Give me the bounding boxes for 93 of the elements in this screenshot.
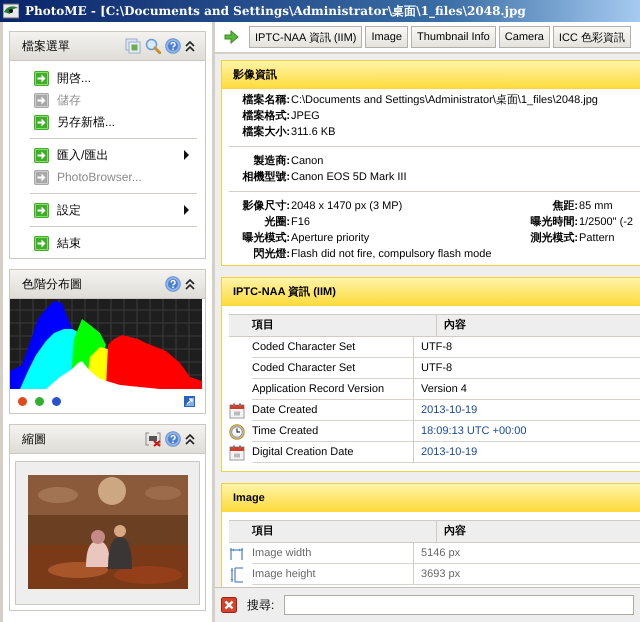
field-label: 相機型號: — [241, 170, 290, 185]
field-label: 檔案大小: — [241, 124, 290, 140]
channel-dot[interactable] — [52, 397, 61, 406]
section-header: IPTC-NAA 資訊 (IIM) — [222, 278, 640, 306]
table-cell: Application Record Version — [252, 379, 414, 400]
field-label: 檔案名稱: — [241, 92, 290, 108]
table-cell: Coded Character Set — [252, 337, 414, 358]
submenu-arrow-icon — [184, 150, 189, 160]
panel-title: 色階分布圖 — [22, 276, 83, 292]
column-header: 內容 — [443, 524, 467, 539]
table-cell: 3693 px — [414, 564, 640, 585]
calendar-icon — [229, 402, 245, 418]
field-value: 1/2500" (-2 — [578, 215, 634, 230]
help-icon[interactable] — [165, 431, 181, 447]
tab[interactable]: Thumbnail Info — [411, 26, 496, 48]
arrow-icon — [34, 202, 49, 218]
section-header: Image — [222, 484, 640, 512]
forward-arrow-icon[interactable] — [224, 30, 239, 44]
table-cell: 2013-10-19 — [414, 400, 640, 421]
field-value: 2048 x 1470 px (3 MP) — [290, 199, 402, 214]
field-value: 311.6 KB — [290, 125, 336, 140]
tab[interactable]: Image — [365, 26, 408, 48]
arrow-icon — [34, 148, 49, 162]
table-cell: Time Created — [252, 421, 414, 442]
collapse-icon[interactable] — [185, 278, 195, 290]
field-label: 製造商: — [252, 154, 290, 169]
menu-item[interactable]: 結束 — [18, 232, 197, 254]
table-cell: 5146 px — [414, 543, 640, 564]
panel-title: 縮圖 — [22, 430, 47, 448]
close-icon[interactable] — [221, 597, 237, 613]
field-label: 曝光時間: — [529, 214, 578, 230]
submenu-arrow-icon — [184, 205, 189, 215]
collapse-icon[interactable] — [185, 433, 195, 445]
expand-icon[interactable] — [184, 396, 195, 407]
table-cell: Version 4 — [414, 379, 640, 400]
tab[interactable]: Camera — [498, 26, 550, 48]
menu-item[interactable]: 設定 — [18, 199, 197, 221]
table-cell: 18:09:13 UTC +00:00 — [414, 421, 640, 442]
search-label: 搜尋: — [247, 596, 274, 614]
height-icon — [229, 566, 245, 582]
field-value: Flash did not fire, compulsory flash mode — [290, 247, 492, 262]
arrow-icon — [34, 92, 49, 108]
field-value: Aperture priority — [290, 231, 370, 246]
app-icon — [3, 3, 19, 19]
af-icon[interactable] — [145, 431, 161, 447]
section-header: 影像資訊 — [222, 61, 640, 89]
menu-item[interactable]: 開啓... — [18, 67, 197, 89]
table-cell: Image width — [252, 543, 414, 564]
panel-title: 檔案選單 — [22, 38, 71, 54]
table-cell: Date Created — [252, 400, 414, 421]
field-value: 85 mm — [578, 199, 613, 214]
table-cell: UTF-8 — [414, 337, 640, 358]
menu-item[interactable]: 另存新檔... — [18, 111, 197, 133]
menu-item[interactable]: 匯入/匯出 — [18, 144, 197, 166]
table-cell: Coded Character Set — [252, 358, 414, 379]
collapse-icon[interactable] — [185, 40, 195, 52]
channel-dot[interactable] — [18, 397, 27, 406]
arrow-icon — [34, 70, 49, 86]
column-header: 項目 — [252, 521, 437, 542]
channel-dot[interactable] — [35, 397, 44, 406]
table-cell: Digital Creation Date — [252, 442, 414, 463]
table-cell: UTF-8 — [414, 358, 640, 379]
table-cell: Image height — [252, 564, 414, 585]
field-value: JPEG — [290, 109, 320, 124]
field-value: F16 — [290, 215, 310, 230]
field-label: 焦距: — [551, 198, 578, 214]
layers-icon[interactable] — [125, 38, 141, 54]
help-icon[interactable] — [165, 38, 181, 54]
help-icon[interactable] — [165, 276, 181, 292]
width-icon — [229, 546, 245, 562]
field-value: Canon — [290, 154, 324, 169]
field-label: 影像尺寸: — [241, 198, 290, 214]
calendar-icon — [229, 444, 245, 460]
tab[interactable]: IPTC-NAA 資訊 (IIM) — [249, 26, 362, 48]
clock-icon — [229, 424, 245, 440]
field-label: 檔案格式: — [241, 108, 290, 124]
field-label: 曝光模式: — [241, 230, 290, 246]
field-value: Canon EOS 5D Mark III — [290, 170, 407, 185]
field-label: 光圈: — [263, 214, 290, 230]
column-header: 內容 — [443, 318, 467, 333]
field-value: Pattern — [578, 231, 614, 246]
table-cell: 2013-10-19 — [414, 442, 640, 463]
arrow-icon — [34, 170, 49, 184]
search-field[interactable] — [284, 595, 634, 615]
field-label: 測光模式: — [529, 230, 578, 246]
arrow-icon — [34, 114, 49, 130]
arrow-icon — [34, 236, 49, 250]
field-value: C:\Documents and Settings\Administrator\桌面\1_files\2048.jpg — [290, 92, 598, 108]
window-title: PhotoME - [C:\Documents and Settings\Administrator\桌面\1_files\2048.jpg — [25, 2, 526, 20]
field-label: 閃光燈: — [252, 246, 290, 262]
column-header: 項目 — [252, 315, 437, 336]
search-icon[interactable] — [145, 38, 161, 54]
tab[interactable]: ICC 色彩資訊 — [552, 26, 631, 48]
